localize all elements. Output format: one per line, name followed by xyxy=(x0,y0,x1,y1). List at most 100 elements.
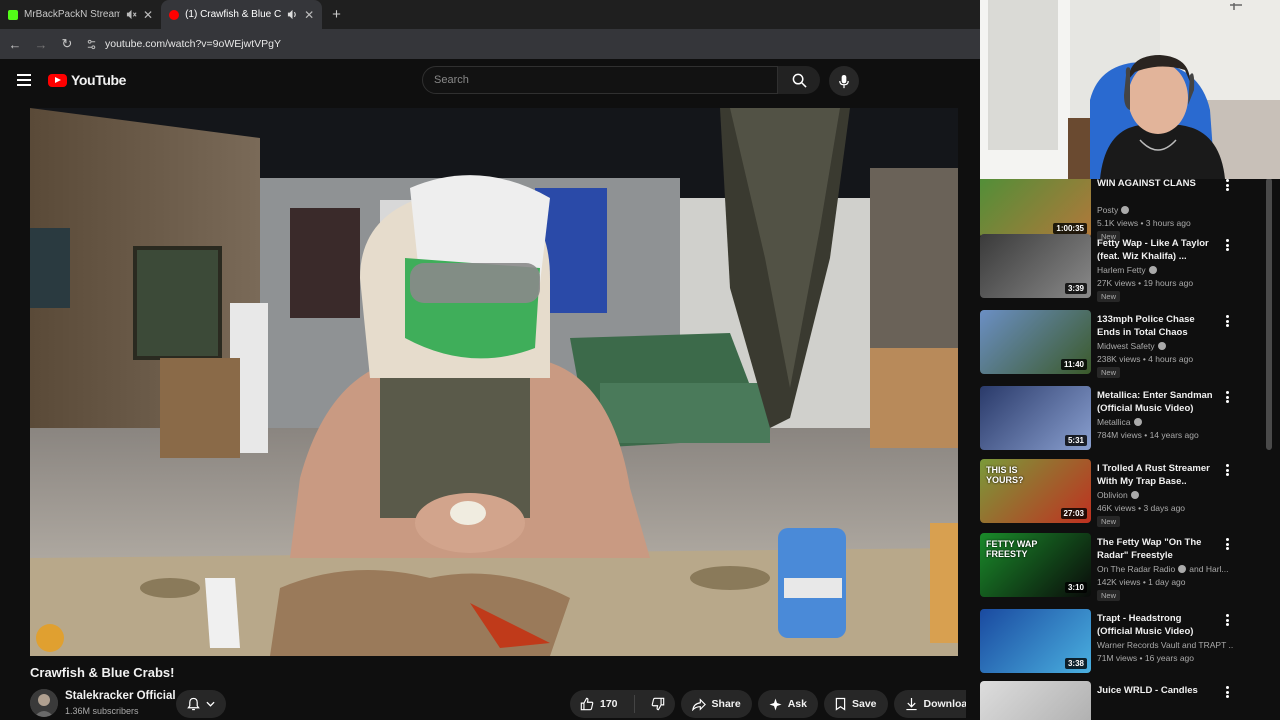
video-title[interactable]: Trapt - Headstrong (Official Music Video… xyxy=(1097,612,1213,638)
close-tab-icon[interactable]: ✕ xyxy=(143,8,153,22)
recommended-video[interactable]: 5:31 Metallica: Enter Sandman (Official M… xyxy=(980,386,1234,456)
voice-search-button[interactable] xyxy=(829,66,859,96)
address-bar[interactable]: youtube.com/watch?v=9oWEjwtVPgY xyxy=(86,38,281,50)
channel-name-text: Harlem Fetty xyxy=(1097,265,1146,275)
close-tab-icon[interactable]: ✕ xyxy=(304,8,314,22)
tab-title: MrBackPackN Stream - Wa xyxy=(24,9,120,20)
video-duration: 3:10 xyxy=(1064,582,1087,593)
youtube-masthead: YouTube Search xyxy=(0,59,980,105)
recommended-video[interactable]: THIS IS YOURS? 27:03 I Trolled A Rust Stre… xyxy=(980,459,1234,529)
video-duration: 1:00:35 xyxy=(1053,223,1087,234)
browser-tab-strip: MrBackPackN Stream - Wa ✕ (1) Crawfish &… xyxy=(0,0,980,29)
reload-icon[interactable]: ↻ xyxy=(60,36,74,52)
new-badge: New xyxy=(1097,291,1121,302)
channel-name[interactable]: Posty xyxy=(1097,205,1130,215)
site-settings-icon[interactable] xyxy=(86,39,97,50)
new-badge: New xyxy=(1097,367,1121,378)
new-badge: New xyxy=(1097,516,1121,527)
new-badge: New xyxy=(1097,590,1121,601)
video-thumbnail[interactable]: FETTY WAP FREESTY 3:10 xyxy=(980,533,1091,597)
video-meta: 71M views • 16 years ago xyxy=(1097,653,1194,663)
video-title[interactable]: Fetty Wap - Like A Taylor (feat. Wiz Kha… xyxy=(1097,237,1213,263)
channel-name[interactable]: Harlem Fetty xyxy=(1097,265,1157,275)
channel-name[interactable]: Midwest Safety xyxy=(1097,341,1166,351)
video-thumbnail[interactable]: 5:31 xyxy=(980,386,1091,450)
browser-tab-youtube[interactable]: (1) Crawfish & Blue Crabs! ✕ xyxy=(161,0,323,29)
channel-name[interactable]: Oblivion xyxy=(1097,490,1139,500)
notifications-button[interactable] xyxy=(176,690,226,718)
verified-badge-icon xyxy=(1130,491,1139,499)
channel-name[interactable]: Stalekracker Official xyxy=(65,690,176,702)
channel-name[interactable]: Warner Records Vault and TRAPT ... xyxy=(1097,640,1234,650)
sidebar-scrollbar[interactable] xyxy=(1266,178,1272,450)
youtube-logo[interactable]: YouTube xyxy=(48,72,126,88)
video-thumbnail[interactable]: 3:39 xyxy=(980,234,1091,298)
video-title[interactable]: 133mph Police Chase Ends in Total Chaos xyxy=(1097,313,1213,339)
tab-title: (1) Crawfish & Blue Crabs! xyxy=(185,9,282,20)
share-icon xyxy=(691,697,706,711)
bell-icon xyxy=(187,697,200,711)
video-title[interactable]: I Trolled A Rust Streamer With My Trap B… xyxy=(1097,462,1213,488)
channel-name-text: Midwest Safety xyxy=(1097,341,1155,351)
share-button[interactable]: Share xyxy=(680,690,752,718)
more-vertical-icon[interactable] xyxy=(1222,238,1232,252)
back-arrow-icon[interactable]: ← xyxy=(8,37,22,52)
video-title[interactable]: Metallica: Enter Sandman (Official Music… xyxy=(1097,389,1213,415)
video-title[interactable]: Juice WRLD - Candles xyxy=(1097,684,1213,697)
like-button[interactable]: 170 xyxy=(570,690,628,718)
recommended-video[interactable]: Juice WRLD - Candles xyxy=(980,681,1234,720)
channel-avatar[interactable] xyxy=(30,689,58,717)
more-vertical-icon[interactable] xyxy=(1222,685,1232,699)
video-player[interactable] xyxy=(30,108,958,656)
video-thumbnail[interactable]: THIS IS YOURS? 27:03 xyxy=(980,459,1091,523)
recommended-video[interactable]: 3:39 Fetty Wap - Like A Taylor (feat. Wiz… xyxy=(980,234,1234,304)
verified-badge-icon xyxy=(1148,266,1157,274)
microphone-icon xyxy=(839,74,849,88)
url-text: youtube.com/watch?v=9oWEjwtVPgY xyxy=(105,38,281,50)
more-vertical-icon[interactable] xyxy=(1222,390,1232,404)
sparkle-icon xyxy=(769,697,782,711)
muted-speaker-icon[interactable] xyxy=(126,9,137,20)
more-vertical-icon[interactable] xyxy=(1222,537,1232,551)
kick-favicon-icon xyxy=(8,9,18,20)
channel-name-text: Oblivion xyxy=(1097,490,1128,500)
more-vertical-icon[interactable] xyxy=(1222,463,1232,477)
channel-name-text: On The Radar Radio xyxy=(1097,564,1176,574)
webcam-video xyxy=(980,0,1280,179)
subscriber-count: 1.36M subscribers xyxy=(65,706,139,716)
channel-name[interactable]: Metallica xyxy=(1097,417,1142,427)
video-title[interactable]: WIN AGAINST CLANS xyxy=(1097,178,1213,190)
hamburger-menu-icon[interactable] xyxy=(17,74,31,86)
speaker-icon[interactable] xyxy=(287,9,298,20)
forward-arrow-icon[interactable]: → xyxy=(34,37,48,52)
channel-name[interactable]: On The Radar Radio and Harl... xyxy=(1097,564,1229,574)
video-title[interactable]: The Fetty Wap "On The Radar" Freestyle xyxy=(1097,536,1213,562)
thumbnail-text: FETTY WAP FREESTY xyxy=(986,539,1038,559)
recommended-video[interactable]: 3:38 Trapt - Headstrong (Official Music V… xyxy=(980,609,1234,679)
avatar-image xyxy=(30,689,58,717)
video-meta: 142K views • 1 day ago xyxy=(1097,577,1186,587)
more-vertical-icon[interactable] xyxy=(1222,178,1232,192)
video-thumbnail[interactable] xyxy=(980,681,1091,720)
like-dislike-group: 170 xyxy=(570,690,675,718)
bookmark-icon xyxy=(835,697,846,711)
ask-button[interactable]: Ask xyxy=(757,690,818,718)
browser-toolbar: ← → ↻ youtube.com/watch?v=9oWEjwtVPgY xyxy=(0,29,980,59)
more-vertical-icon[interactable] xyxy=(1222,613,1232,627)
recommended-video[interactable]: FETTY WAP FREESTY 3:10 The Fetty Wap "On T… xyxy=(980,533,1234,603)
divider xyxy=(633,695,635,713)
video-thumbnail[interactable]: 1:00:35 xyxy=(980,178,1091,238)
new-tab-button[interactable]: + xyxy=(322,6,351,23)
save-button[interactable]: Save xyxy=(823,690,888,718)
more-vertical-icon[interactable] xyxy=(1222,314,1232,328)
webcam-overlay xyxy=(980,0,1280,179)
recommended-video[interactable]: 11:40 133mph Police Chase Ends in Total C… xyxy=(980,310,1234,380)
video-thumbnail[interactable]: 3:38 xyxy=(980,609,1091,673)
search-button[interactable] xyxy=(778,66,820,94)
search-input[interactable]: Search xyxy=(422,66,778,94)
video-thumbnail[interactable]: 11:40 xyxy=(980,310,1091,374)
video-duration: 3:39 xyxy=(1064,283,1087,294)
browser-tab-kick[interactable]: MrBackPackN Stream - Wa ✕ xyxy=(0,0,161,29)
dislike-button[interactable] xyxy=(641,690,675,718)
thumbs-down-icon xyxy=(651,697,664,711)
